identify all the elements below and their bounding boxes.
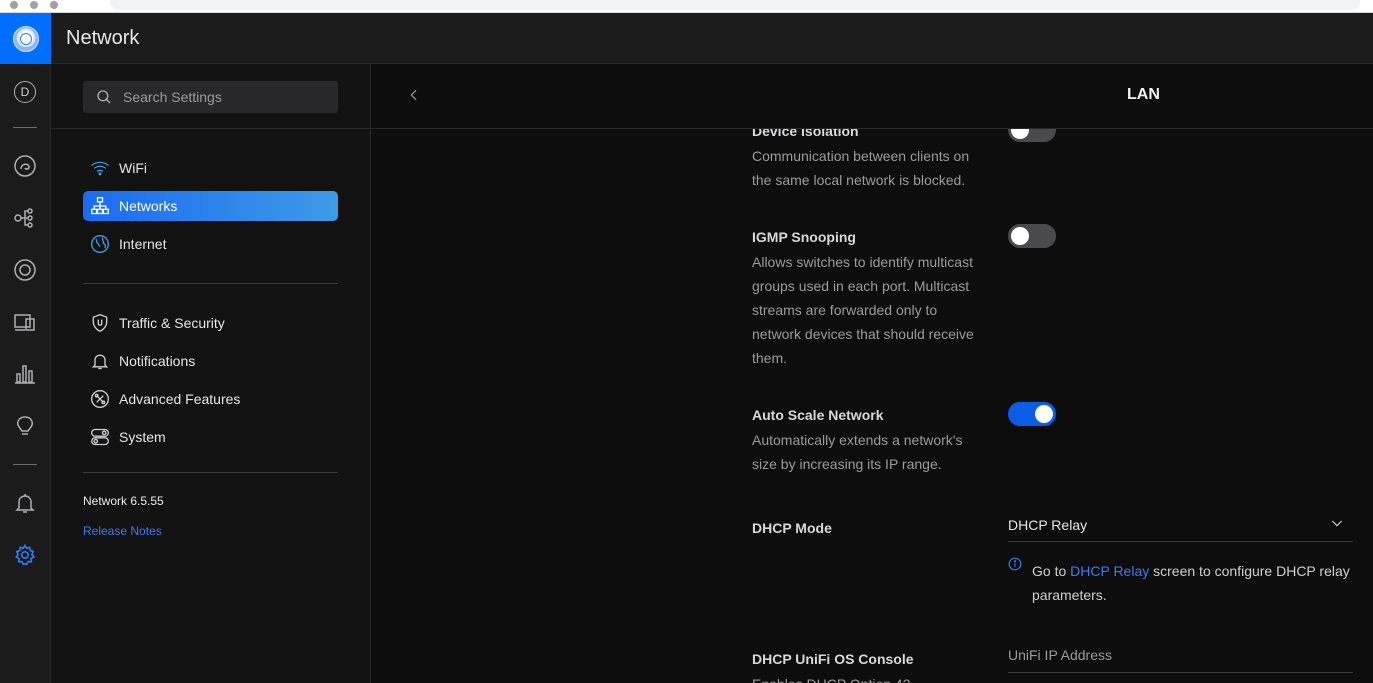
nav-item-notifications[interactable]: Notifications [83, 346, 338, 376]
devices-icon [14, 314, 35, 331]
bell-icon [91, 354, 109, 370]
rail-clients[interactable] [11, 256, 39, 284]
setting-title: DHCP Mode [752, 520, 832, 536]
content-header: LAN [371, 64, 1373, 129]
search-icon [97, 90, 111, 104]
globe-icon [91, 235, 109, 253]
rail-divider [13, 127, 37, 128]
rail-devices[interactable] [11, 308, 39, 336]
search-input[interactable] [123, 89, 323, 105]
bell-icon [15, 494, 35, 513]
chevron-left-icon [410, 89, 417, 101]
setting-description: Enables DHCP Option 43 [752, 672, 987, 683]
info-icon [1008, 557, 1022, 571]
setting-title: DHCP UniFi OS Console [752, 651, 914, 667]
nav-item-label: Notifications [119, 353, 196, 369]
unifi-ip-address-field[interactable] [1008, 645, 1353, 673]
unifi-logo[interactable] [0, 13, 51, 64]
rail-dashboard[interactable]: D [11, 78, 39, 106]
rail-statistics[interactable] [11, 360, 39, 388]
app-title: Network [66, 27, 140, 49]
wifi-icon [91, 161, 109, 176]
rail-topology[interactable] [11, 204, 39, 232]
unifi-ip-address-input[interactable] [1008, 645, 1353, 663]
rail-divider [13, 464, 37, 465]
nav-item-advanced-features[interactable]: Advanced Features [83, 384, 338, 414]
browser-nav-buttons [10, 1, 58, 9]
nav-item-label: Internet [119, 236, 167, 252]
app-header: Network [0, 13, 1373, 64]
network-icon [91, 197, 109, 215]
setting-title: IGMP Snooping [752, 229, 856, 245]
igmp-snooping-toggle[interactable] [1008, 224, 1056, 248]
info-text-prefix: Go to [1032, 563, 1071, 579]
nav-item-wifi[interactable]: WiFi [83, 153, 338, 183]
auto-scale-network-toggle[interactable] [1008, 402, 1056, 426]
nav-item-networks[interactable]: Networks [83, 191, 338, 221]
dhcp-mode-select[interactable]: DHCP Relay [1008, 512, 1353, 542]
main-content: LAN Device Isolation Communication betwe… [371, 64, 1373, 683]
chevron-down-icon [1331, 520, 1343, 527]
panel-divider [51, 128, 371, 129]
nav-item-traffic-security[interactable]: Traffic & Security [83, 308, 338, 338]
release-notes-link[interactable]: Release Notes [83, 524, 162, 538]
address-bar[interactable] [110, 0, 1360, 10]
nav-item-internet[interactable]: Internet [83, 229, 338, 259]
unifi-devices-icon [14, 155, 36, 177]
clients-icon [14, 259, 36, 281]
shield-icon [92, 313, 108, 333]
topology-icon [14, 208, 33, 228]
setting-title: Auto Scale Network [752, 407, 884, 423]
nav-divider [83, 283, 338, 284]
rail-notifications[interactable] [11, 489, 39, 517]
rail-settings[interactable] [11, 541, 39, 569]
gear-icon [15, 543, 35, 566]
select-value: DHCP Relay [1008, 517, 1088, 533]
unifi-logo-icon [12, 25, 39, 52]
insights-icon [17, 416, 33, 435]
page-title: LAN [1127, 86, 1160, 103]
rail-insights[interactable] [11, 412, 39, 440]
nav-item-label: Networks [119, 198, 178, 214]
setting-description: Communication between clients on the sam… [752, 148, 970, 188]
setting-description: Automatically extends a network's size b… [752, 432, 963, 472]
nav-item-label: WiFi [119, 160, 147, 176]
app-rail: D [0, 64, 51, 683]
nav-item-label: System [119, 429, 166, 445]
dhcp-relay-link[interactable]: DHCP Relay [1070, 563, 1149, 579]
nav-item-label: Advanced Features [119, 391, 241, 407]
toggle-knob [1035, 405, 1053, 423]
rail-unifi-devices[interactable] [11, 152, 39, 180]
nav-item-label: Traffic & Security [119, 315, 225, 331]
browser-toolbar [0, 0, 1373, 13]
dhcp-relay-info: Go to DHCP Relay screen to configure DHC… [1032, 559, 1362, 607]
dashboard-icon: D [14, 81, 36, 103]
nav-divider [83, 472, 338, 473]
version-label: Network 6.5.55 [83, 494, 164, 508]
statistics-icon [15, 365, 35, 384]
settings-sidebar: WiFi Networks Internet Traffic & Securit… [51, 64, 371, 683]
search-box[interactable] [83, 81, 338, 113]
setting-description: Allows switches to identify multicast gr… [752, 254, 974, 366]
toggle-knob [1011, 227, 1029, 245]
tools-icon [91, 390, 109, 408]
nav-item-system[interactable]: System [83, 422, 338, 452]
toggles-icon [91, 428, 109, 446]
back-button[interactable] [403, 84, 425, 106]
